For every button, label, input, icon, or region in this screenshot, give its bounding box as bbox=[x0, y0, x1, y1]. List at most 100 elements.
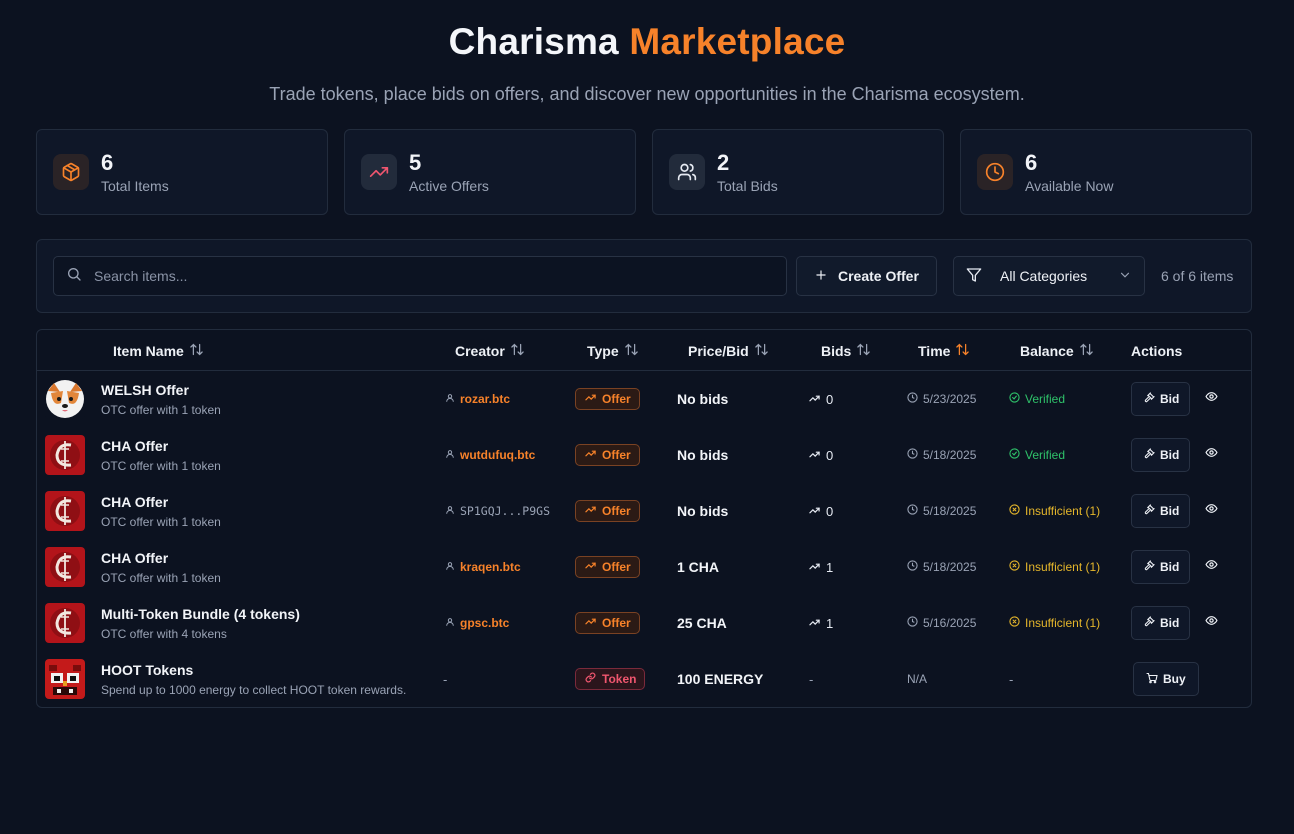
type-label: Offer bbox=[602, 504, 631, 518]
col-balance[interactable]: Balance bbox=[1020, 330, 1094, 371]
type-cell: Offer bbox=[575, 539, 640, 595]
item-count: 6 of 6 items bbox=[1161, 268, 1234, 284]
user-icon bbox=[445, 504, 455, 518]
creator-name[interactable]: kraqen.btc bbox=[460, 560, 521, 574]
page-header: Charisma Marketplace Trade tokens, place… bbox=[0, 0, 1294, 106]
create-offer-label: Create Offer bbox=[838, 268, 919, 284]
table-row[interactable]: HOOT Tokens Spend up to 1000 energy to c… bbox=[37, 651, 1251, 707]
category-select[interactable]: All Categories bbox=[953, 256, 1145, 296]
view-button[interactable] bbox=[1205, 427, 1218, 483]
table-row[interactable]: Multi-Token Bundle (4 tokens) OTC offer … bbox=[37, 595, 1251, 651]
stat-total-items: 6 Total Items bbox=[36, 129, 328, 215]
type-cell: Offer bbox=[575, 483, 640, 539]
creator-cell[interactable]: kraqen.btc bbox=[445, 539, 521, 595]
col-item-name[interactable]: Item Name bbox=[113, 330, 204, 371]
clock-icon bbox=[907, 392, 918, 406]
view-button[interactable] bbox=[1205, 371, 1218, 427]
table-row[interactable]: CHA Offer OTC offer with 1 token kraqen.… bbox=[37, 539, 1251, 595]
type-badge: Offer bbox=[575, 388, 640, 410]
view-button[interactable] bbox=[1205, 483, 1218, 539]
items-table: Item Name Creator Type Price/Bid Bids Ti… bbox=[36, 329, 1252, 708]
cha-logo-icon bbox=[45, 491, 85, 531]
bids-cell: 1 bbox=[809, 539, 833, 595]
bid-button[interactable]: Bid bbox=[1131, 438, 1191, 472]
table-row[interactable]: CHA Offer OTC offer with 1 token SP1GQJ.… bbox=[37, 483, 1251, 539]
gavel-icon bbox=[1144, 392, 1155, 406]
item-thumbnail bbox=[45, 483, 85, 539]
stat-label: Available Now bbox=[1025, 177, 1114, 194]
item-thumbnail bbox=[45, 427, 85, 483]
gavel-icon bbox=[1144, 560, 1155, 574]
table-row[interactable]: WELSH Offer OTC offer with 1 token rozar… bbox=[37, 371, 1251, 427]
col-price-bid[interactable]: Price/Bid bbox=[688, 330, 769, 371]
item-name-cell: Multi-Token Bundle (4 tokens) OTC offer … bbox=[101, 595, 300, 651]
clock-icon bbox=[907, 616, 918, 630]
type-cell: Token bbox=[575, 651, 646, 707]
bids-cell: 0 bbox=[809, 427, 833, 483]
col-label: Creator bbox=[455, 342, 505, 359]
item-description: OTC offer with 1 token bbox=[101, 515, 221, 529]
bids-cell: 0 bbox=[809, 371, 833, 427]
package-icon bbox=[53, 154, 89, 190]
creator-name[interactable]: wutdufuq.btc bbox=[460, 448, 535, 462]
create-offer-button[interactable]: Create Offer bbox=[796, 256, 937, 296]
col-label: Type bbox=[587, 342, 619, 359]
trending-up-icon bbox=[809, 448, 820, 463]
price-cell: No bids bbox=[677, 447, 729, 463]
item-name: HOOT Tokens bbox=[101, 662, 194, 678]
creator-address[interactable]: SP1GQJ...P9GS bbox=[460, 504, 550, 518]
view-button[interactable] bbox=[1205, 539, 1218, 595]
trending-up-icon bbox=[361, 154, 397, 190]
creator-name[interactable]: gpsc.btc bbox=[460, 616, 509, 630]
bid-button[interactable]: Bid bbox=[1131, 494, 1191, 528]
table-row[interactable]: CHA Offer OTC offer with 1 token wutdufu… bbox=[37, 427, 1251, 483]
price-cell: 25 CHA bbox=[677, 615, 727, 631]
bid-button[interactable]: Bid bbox=[1131, 606, 1191, 640]
bid-button[interactable]: Bid bbox=[1131, 382, 1191, 416]
eye-icon bbox=[1205, 614, 1218, 632]
creator-cell[interactable]: wutdufuq.btc bbox=[445, 427, 535, 483]
item-description: OTC offer with 1 token bbox=[101, 403, 221, 417]
bid-button[interactable]: Bid bbox=[1131, 550, 1191, 584]
col-time[interactable]: Time bbox=[918, 330, 970, 371]
creator-name[interactable]: rozar.btc bbox=[460, 392, 510, 406]
time-cell: 5/18/2025 bbox=[907, 539, 976, 595]
eye-icon bbox=[1205, 502, 1218, 520]
action-cell: Bid bbox=[1131, 427, 1191, 483]
time-cell: N/A bbox=[907, 672, 928, 686]
item-name-cell: CHA Offer OTC offer with 1 token bbox=[101, 539, 221, 595]
buy-button[interactable]: Buy bbox=[1133, 662, 1199, 696]
col-bids[interactable]: Bids bbox=[821, 330, 871, 371]
bid-label: Bid bbox=[1160, 504, 1180, 518]
buy-label: Buy bbox=[1163, 672, 1186, 686]
stat-value: 2 bbox=[717, 149, 730, 175]
action-cell: Bid bbox=[1131, 483, 1191, 539]
search-input[interactable] bbox=[94, 268, 694, 284]
user-icon bbox=[445, 616, 455, 630]
col-type[interactable]: Type bbox=[587, 330, 639, 371]
balance-cell: Insufficient (1) bbox=[1009, 595, 1100, 651]
col-label: Actions bbox=[1131, 342, 1183, 359]
view-button[interactable] bbox=[1205, 595, 1218, 651]
title-charisma: Charisma bbox=[448, 21, 619, 62]
shopping-cart-icon bbox=[1146, 672, 1158, 687]
item-name: WELSH Offer bbox=[101, 382, 189, 398]
creator-cell[interactable]: gpsc.btc bbox=[445, 595, 509, 651]
users-icon bbox=[669, 154, 705, 190]
creator-cell[interactable]: SP1GQJ...P9GS bbox=[445, 483, 550, 539]
balance-cell: Verified bbox=[1009, 371, 1065, 427]
item-name-cell: CHA Offer OTC offer with 1 token bbox=[101, 483, 221, 539]
trending-up-icon bbox=[585, 560, 596, 574]
search-box[interactable] bbox=[53, 256, 787, 296]
trending-up-icon bbox=[585, 616, 596, 630]
creator-cell[interactable]: rozar.btc bbox=[445, 371, 510, 427]
trending-up-icon bbox=[585, 392, 596, 406]
time-value: 5/18/2025 bbox=[923, 560, 977, 574]
stat-label: Total Bids bbox=[717, 177, 778, 194]
price-cell: No bids bbox=[677, 391, 729, 407]
item-name: CHA Offer bbox=[101, 550, 169, 566]
page-title: Charisma Marketplace bbox=[0, 20, 1294, 64]
trending-up-icon bbox=[585, 504, 596, 518]
col-creator[interactable]: Creator bbox=[455, 330, 525, 371]
action-cell: Bid bbox=[1131, 539, 1191, 595]
